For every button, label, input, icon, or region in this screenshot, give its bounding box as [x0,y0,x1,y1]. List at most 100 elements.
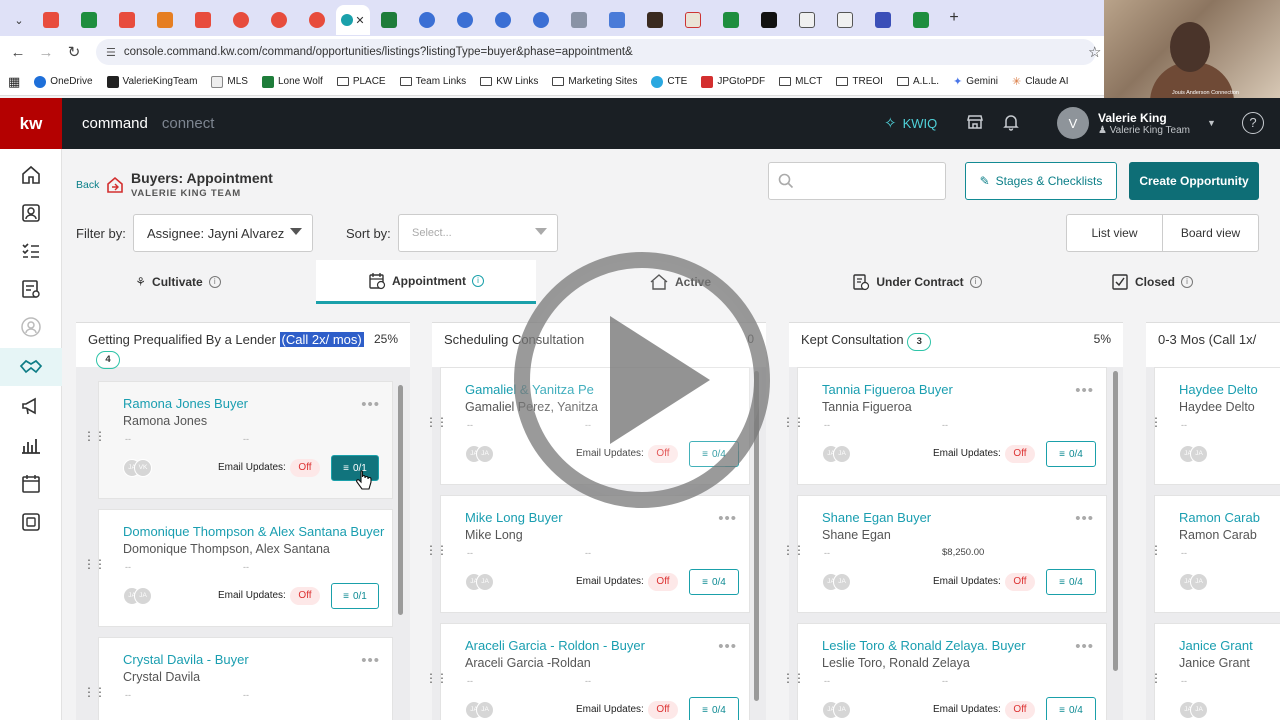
play-button-icon[interactable] [510,248,774,512]
tab-appointment[interactable]: Appointment i [316,260,536,304]
drag-handle-icon[interactable]: ⋮⋮ [425,416,448,428]
drag-handle-icon[interactable]: ⋮⋮ [782,672,805,684]
nav-designs[interactable] [0,503,62,541]
drag-handle-icon[interactable]: ⋮⋮ [83,686,106,698]
info-icon[interactable]: i [1181,276,1193,288]
browser-tab[interactable] [484,5,522,35]
opportunity-card[interactable]: ⋮⋮ Araceli Garcia - Roldon - Buyer Arace… [425,623,750,720]
drag-handle-icon[interactable]: ⋮⋮ [425,672,448,684]
checklist-button[interactable]: ≡0/4 [689,697,739,720]
email-updates-status[interactable]: Off [290,587,320,605]
checklist-button[interactable]: ≡0/4 [1046,441,1096,467]
browser-tab[interactable] [222,5,260,35]
info-icon[interactable]: i [208,276,221,288]
browser-tab[interactable] [260,5,298,35]
opportunity-card[interactable]: ⋮⋮ Haydee Delto Haydee Delto -- JAJA [1146,367,1280,485]
bookmark-valeriekingteam[interactable]: ValerieKingTeam [106,75,197,88]
bookmark-all[interactable]: A.L.L. [896,76,939,87]
nav-marketing[interactable] [0,387,62,425]
opportunity-card[interactable]: ⋮⋮ Ramon Carab Ramon Carab -- JAJA [1146,495,1280,613]
bookmark-kw-links[interactable]: KW Links [480,76,538,87]
url-field[interactable]: ☰ console.command.kw.com/command/opportun… [96,39,1096,65]
section-name[interactable]: connect [162,115,215,132]
nav-home[interactable] [0,156,62,194]
browser-tab[interactable] [408,5,446,35]
email-updates-status[interactable]: Off [1005,445,1035,463]
info-icon[interactable]: i [472,274,484,287]
more-options-icon[interactable]: ••• [1075,382,1094,399]
browser-tab[interactable] [750,5,788,35]
drag-handle-icon[interactable]: ⋮⋮ [83,558,106,570]
nav-reports[interactable] [0,270,62,308]
opportunity-card[interactable]: ⋮⋮ Crystal Davila - Buyer Crystal Davila… [83,637,393,720]
browser-tab-active[interactable]: ✕ [336,5,370,35]
email-updates-status[interactable]: Off [290,459,320,477]
browser-tab[interactable] [108,5,146,35]
browser-tab[interactable] [560,5,598,35]
bookmark-jpgtopdf[interactable]: JPGtoPDF [701,75,765,88]
bookmark-onedrive[interactable]: OneDrive [34,75,93,88]
new-tab-button[interactable]: + [940,9,968,27]
create-opportunity-button[interactable]: Create Opportunity [1129,162,1259,200]
card-title[interactable]: Araceli Garcia - Roldon - Buyer [465,638,645,653]
nav-insights[interactable] [0,426,62,464]
bookmark-mlct[interactable]: MLCT [779,76,822,87]
browser-tab[interactable] [146,5,184,35]
opportunity-card[interactable]: ⋮⋮ Tannia Figueroa Buyer Tannia Figueroa… [782,367,1107,485]
more-options-icon[interactable]: ••• [1075,638,1094,655]
stages-checklists-button[interactable]: ✎ Stages & Checklists [965,162,1117,200]
browser-tab[interactable] [184,5,222,35]
apps-grid-icon[interactable]: ▦ [8,74,20,90]
browser-tab[interactable] [32,5,70,35]
email-updates-status[interactable]: Off [1005,573,1035,591]
email-updates-status[interactable]: Off [648,701,678,719]
back-link[interactable]: Back [76,179,99,191]
card-title[interactable]: Shane Egan Buyer [822,510,931,525]
more-options-icon[interactable]: ••• [718,510,737,527]
browser-tab[interactable] [864,5,902,35]
bookmark-place[interactable]: PLACE [336,76,386,87]
checklist-button[interactable]: ≡0/4 [689,569,739,595]
bookmark-treoi[interactable]: TREOI [836,76,883,87]
email-updates-status[interactable]: Off [648,573,678,591]
drag-handle-icon[interactable]: ⋮⋮ [83,430,106,442]
bookmark-team-links[interactable]: Team Links [399,76,466,87]
tab-list-dropdown[interactable]: ⌄ [6,5,32,35]
drag-handle-icon[interactable]: ⋮⋮ [782,544,805,556]
close-tab-icon[interactable]: ✕ [355,14,364,27]
browser-tab[interactable] [522,5,560,35]
store-icon[interactable] [966,113,984,136]
email-updates-status[interactable]: Off [1005,701,1035,719]
browser-tab[interactable] [826,5,864,35]
browser-tab[interactable] [788,5,826,35]
browser-tab[interactable] [674,5,712,35]
opportunity-card[interactable]: ⋮⋮ Mike Long Buyer Mike Long ••• -- -- J… [425,495,750,613]
opportunity-card[interactable]: ⋮⋮ Leslie Toro & Ronald Zelaya. Buyer Le… [782,623,1107,720]
forward-arrow-icon[interactable]: → [32,44,60,61]
more-options-icon[interactable]: ••• [361,652,380,669]
checklist-button[interactable]: ≡0/4 [1046,697,1096,720]
card-title[interactable]: Tannia Figueroa Buyer [822,382,953,397]
board-view-button[interactable]: Board view [1162,215,1258,251]
assignee-filter-select[interactable]: Assignee: Jayni Alvarez [133,214,313,252]
nav-tasks[interactable] [0,232,62,270]
browser-tab[interactable] [298,5,336,35]
card-title[interactable]: Janice Grant [1179,638,1253,653]
card-title[interactable]: Leslie Toro & Ronald Zelaya. Buyer [822,638,1026,653]
kw-logo[interactable]: kw [0,98,62,149]
bookmark-marketing-sites[interactable]: Marketing Sites [552,76,637,87]
browser-tab[interactable] [636,5,674,35]
tab-under-contract[interactable]: Under Contract i [822,260,1012,304]
reload-icon[interactable]: ↻ [60,43,88,61]
drag-handle-icon[interactable]: ⋮⋮ [1146,672,1162,684]
help-icon[interactable]: ? [1242,112,1264,134]
browser-tab[interactable] [712,5,750,35]
more-options-icon[interactable]: ••• [718,638,737,655]
drag-handle-icon[interactable]: ⋮⋮ [1146,544,1162,556]
bookmark-claude[interactable]: ✳ Claude AI [1012,75,1069,88]
app-name[interactable]: command [82,115,148,132]
more-options-icon[interactable]: ••• [361,396,380,413]
checklist-button[interactable]: ≡ 0/1 [331,583,379,609]
opportunity-card[interactable]: ⋮⋮ Shane Egan Buyer Shane Egan ••• -- $8… [782,495,1107,613]
checklist-button[interactable]: ≡0/4 [1046,569,1096,595]
